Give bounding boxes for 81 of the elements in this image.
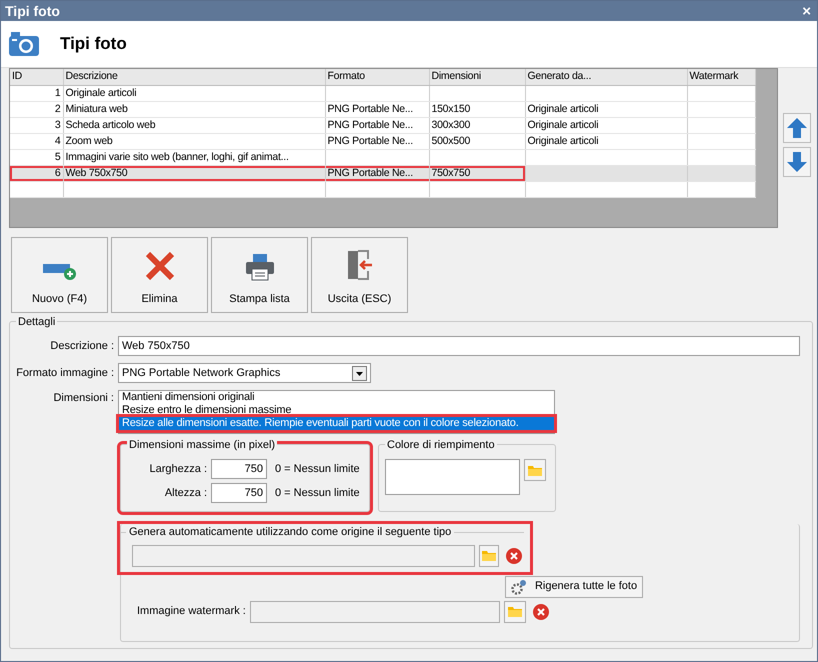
number-field[interactable]: 750 xyxy=(211,459,267,479)
field-label: Descrizione : xyxy=(49,338,114,354)
table-cell: PNG Portable Ne... xyxy=(325,117,429,133)
window-title: Tipi foto xyxy=(5,2,60,21)
field-label: Dimensioni : xyxy=(52,391,114,406)
group-title: Genera automaticamente utilizzando come origine il seguente tipo xyxy=(129,525,452,540)
table-cell: Originale articoli xyxy=(525,117,687,133)
description-field[interactable]: Web 750x750 xyxy=(118,336,800,356)
color-swatch[interactable] xyxy=(385,459,520,495)
hint-text: 0 = Nessun limite xyxy=(275,462,360,477)
table-cell xyxy=(687,85,755,101)
column-header[interactable]: Formato xyxy=(325,69,429,85)
column-header[interactable]: ID xyxy=(10,69,63,85)
toolbar-button[interactable]: Nuovo (F4) xyxy=(11,237,108,313)
table-cell: 6 xyxy=(10,165,63,181)
table-cell: Immagini varie sito web (banner, loghi, gif animat... xyxy=(63,149,325,165)
browse-button[interactable] xyxy=(478,544,500,566)
gears-icon xyxy=(510,578,527,594)
regenerate-button[interactable]: Rigenera tutte le foto xyxy=(505,576,643,598)
table-cell: Scheda articolo web xyxy=(63,117,325,133)
move-down-button[interactable] xyxy=(783,147,811,177)
group-title: Colore di riempimento xyxy=(385,437,497,454)
table-cell: 300x300 xyxy=(429,117,525,133)
column-header[interactable]: Descrizione xyxy=(63,69,325,85)
printer-icon xyxy=(244,252,274,280)
table-cell: Zoom web xyxy=(63,133,325,149)
browse-button[interactable] xyxy=(504,600,526,622)
folder-icon xyxy=(527,464,543,476)
list-option[interactable]: Resize entro le dimensioni massime xyxy=(119,404,554,417)
column-header[interactable]: Dimensioni xyxy=(429,69,525,85)
field-label: Formato immagine : xyxy=(15,366,114,381)
clear-icon xyxy=(532,602,550,620)
table-cell: Originale articoli xyxy=(525,133,687,149)
field-label: Immagine watermark : xyxy=(137,604,246,620)
folder-icon xyxy=(480,549,497,562)
page-title: Tipi foto xyxy=(60,33,127,56)
table-cell: 4 xyxy=(10,133,63,149)
table-cell: Originale articoli xyxy=(63,85,325,101)
table-cell: PNG Portable Ne... xyxy=(325,165,429,181)
close-button[interactable]: × xyxy=(800,4,813,18)
down-arrow-icon xyxy=(786,151,808,173)
toolbar-button[interactable]: Elimina xyxy=(111,237,208,313)
format-dropdown[interactable]: PNG Portable Network Graphics xyxy=(118,363,371,383)
exit-door-icon xyxy=(346,248,374,280)
field-label: Larghezza : xyxy=(148,462,207,477)
list-option[interactable]: Resize alle dimensioni esatte. Riempie eventuali parti vuote con il colore selezionato. xyxy=(119,417,554,430)
up-arrow-icon xyxy=(786,117,808,139)
table-cell xyxy=(687,101,755,117)
table-cell: 500x500 xyxy=(429,133,525,149)
toolbar-button[interactable]: Stampa lista xyxy=(211,237,308,313)
field-label: Altezza : xyxy=(164,486,207,501)
group-title: Dimensioni massime (in pixel) xyxy=(127,437,278,454)
clear-icon xyxy=(504,546,523,564)
delete-icon xyxy=(144,250,174,280)
table-cell: 2 xyxy=(10,101,63,117)
move-up-button[interactable] xyxy=(783,113,811,143)
toolbar-button[interactable]: Uscita (ESC) xyxy=(311,237,408,313)
table-cell: 5 xyxy=(10,149,63,165)
camera-icon xyxy=(8,31,40,57)
hint-text: 0 = Nessun limite xyxy=(275,486,360,501)
source-field[interactable] xyxy=(132,544,475,566)
panel-title: Dettagli xyxy=(16,314,58,330)
table-cell: Web 750x750 xyxy=(63,165,325,181)
table-cell: Miniatura web xyxy=(63,101,325,117)
table-cell: PNG Portable Ne... xyxy=(325,133,429,149)
table-cell: 750x750 xyxy=(429,165,525,181)
folder-icon xyxy=(506,605,523,618)
number-field[interactable]: 750 xyxy=(211,483,267,503)
list-option[interactable]: Mantieni dimensioni originali xyxy=(119,391,554,404)
browse-button[interactable] xyxy=(524,459,546,481)
table-cell: PNG Portable Ne... xyxy=(325,101,429,117)
table-cell xyxy=(687,117,755,133)
table-cell xyxy=(687,133,755,149)
table-cell xyxy=(687,149,755,165)
watermark-field[interactable] xyxy=(250,600,500,622)
table-cell: Originale articoli xyxy=(525,101,687,117)
column-header[interactable]: Watermark xyxy=(687,69,755,85)
table-cell: 3 xyxy=(10,117,63,133)
table-cell: 150x150 xyxy=(429,101,525,117)
table-cell: 1 xyxy=(10,85,63,101)
column-header[interactable]: Generato da... xyxy=(525,69,687,85)
